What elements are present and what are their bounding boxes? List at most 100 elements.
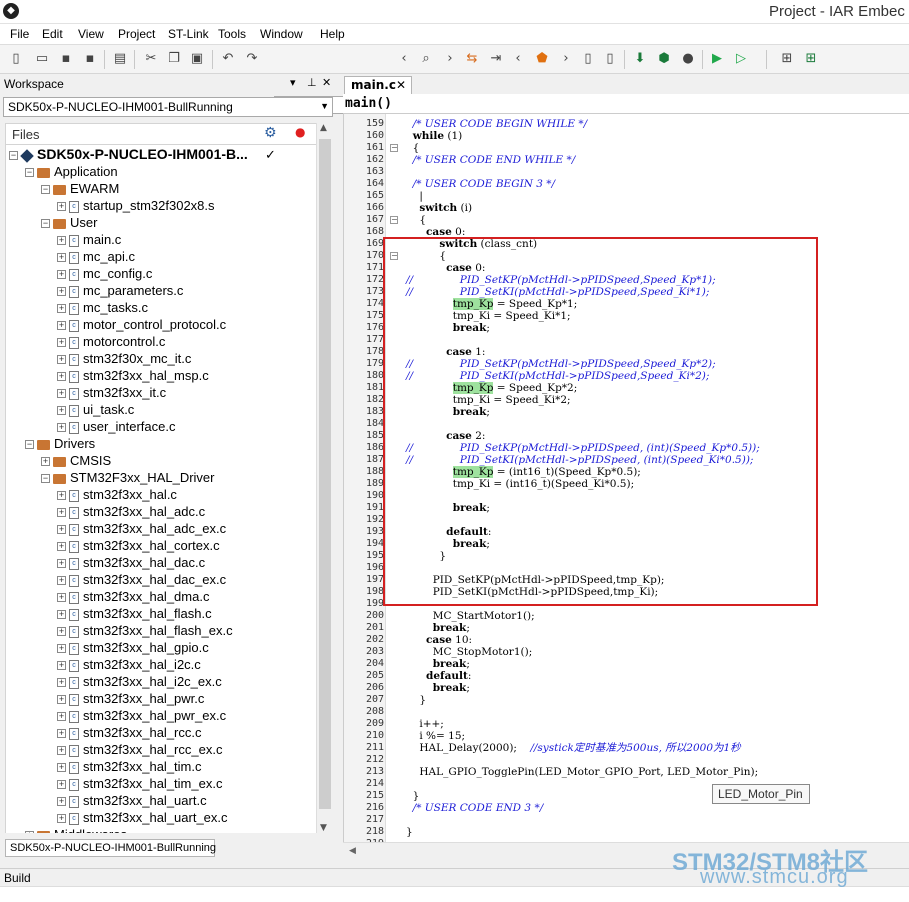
expand-icon[interactable]: + (57, 202, 66, 212)
open-file-icon[interactable]: ▭ (34, 51, 50, 67)
tree-file-item[interactable]: + c user_interface.c (57, 418, 176, 435)
go-to-icon[interactable]: ⇆ (464, 51, 480, 67)
scroll-up-icon[interactable]: ▲ (320, 123, 327, 133)
tree-file-item[interactable]: + c mc_api.c (57, 248, 135, 265)
find-previous-icon[interactable]: ‹ (396, 51, 412, 67)
workspace-tab[interactable]: SDK50x-P-NUCLEO-IHM001-BullRunning (5, 839, 216, 857)
expand-icon[interactable]: + (57, 814, 66, 824)
menu-window[interactable]: Window (260, 27, 303, 41)
expand-icon[interactable]: + (57, 406, 66, 416)
expand-icon[interactable]: + (57, 491, 66, 501)
tree-file-item[interactable]: + c stm32f3xx_hal_pwr_ex.c (57, 707, 226, 724)
tree-file-item[interactable]: + c stm32f3xx_hal_dac.c (57, 554, 205, 571)
pin-icon[interactable]: ⊥ (307, 76, 317, 89)
tree-file-item[interactable]: + c stm32f3xx_hal_uart.c (57, 792, 207, 809)
tree-file-item[interactable]: + c stm32f30x_mc_it.c (57, 350, 191, 367)
expand-icon[interactable]: + (57, 542, 66, 552)
expand-icon[interactable]: + (57, 729, 66, 739)
expand-icon[interactable]: + (57, 372, 66, 382)
find-next-icon[interactable]: › (442, 51, 458, 67)
expand-icon[interactable]: + (57, 559, 66, 569)
expand-icon[interactable]: + (57, 627, 66, 637)
download-debug-icon[interactable]: ▶ (709, 51, 725, 67)
menu-stlink[interactable]: ST-Link (168, 27, 209, 41)
expand-icon[interactable]: + (57, 338, 66, 348)
previous-bookmark-icon[interactable]: ‹ (510, 51, 526, 67)
tree-file-item[interactable]: + c stm32f3xx_hal_i2c_ex.c (57, 673, 222, 690)
workspace-layout-icon[interactable]: ⊞ (779, 51, 795, 67)
expand-icon[interactable]: + (57, 270, 66, 280)
expand-icon[interactable]: + (57, 321, 66, 331)
tree-file-item[interactable]: + c stm32f3xx_hal_uart_ex.c (57, 809, 228, 826)
tree-file-item[interactable]: + c stm32f3xx_hal_cortex.c (57, 537, 220, 554)
tree-file-item[interactable]: + c stm32f3xx_hal_flash.c (57, 605, 212, 622)
workspace-config-select[interactable]: SDK50x-P-NUCLEO-IHM001-BullRunning ▼ (3, 97, 333, 117)
scroll-down-icon[interactable]: ▼ (320, 823, 327, 833)
print-icon[interactable]: ▤ (112, 51, 128, 67)
tree-folder-item[interactable]: − Drivers (25, 435, 95, 452)
tree-file-item[interactable]: + c mc_tasks.c (57, 299, 148, 316)
collapse-icon[interactable]: − (41, 474, 50, 484)
tree-file-item[interactable]: + c stm32f3xx_hal_tim.c (57, 758, 202, 775)
tree-folder-item[interactable]: − Application (25, 163, 118, 180)
close-icon[interactable]: ✕ (322, 76, 331, 89)
expand-icon[interactable]: + (57, 253, 66, 263)
expand-icon[interactable]: + (57, 576, 66, 586)
tree-file-item[interactable]: + c stm32f3xx_hal_tim_ex.c (57, 775, 222, 792)
tree-file-item[interactable]: + c startup_stm32f302x8.s (57, 197, 215, 214)
expand-icon[interactable]: + (57, 644, 66, 654)
tree-file-item[interactable]: + c stm32f3xx_it.c (57, 384, 166, 401)
compile-icon[interactable]: ▯ (580, 51, 596, 67)
tree-file-item[interactable]: + c stm32f3xx_hal_gpio.c (57, 639, 209, 656)
tree-folder-item[interactable]: + CMSIS (41, 452, 111, 469)
tree-folder-item[interactable]: − User (41, 214, 97, 231)
copy-icon[interactable]: ❐ (166, 51, 182, 67)
expand-icon[interactable]: + (57, 797, 66, 807)
expand-icon[interactable]: + (57, 389, 66, 399)
expand-icon[interactable]: + (57, 746, 66, 756)
expand-icon[interactable]: + (57, 678, 66, 688)
download-icon[interactable]: ⬇ (632, 51, 648, 67)
tree-file-item[interactable]: + c mc_parameters.c (57, 282, 183, 299)
fold-toggle-icon[interactable]: − (390, 144, 398, 152)
expand-icon[interactable]: + (57, 287, 66, 297)
debug-download-icon[interactable]: ⬢ (656, 51, 672, 67)
find-icon[interactable]: ⌕ (418, 51, 434, 67)
tree-file-item[interactable]: + c motorcontrol.c (57, 333, 165, 350)
collapse-icon[interactable]: − (25, 440, 34, 450)
expand-icon[interactable]: + (57, 780, 66, 790)
toggle-bookmark-icon[interactable]: ⇥ (488, 51, 504, 67)
menu-file[interactable]: File (10, 27, 29, 41)
project-layout-icon[interactable]: ⊞ (803, 51, 819, 67)
collapse-icon[interactable]: − (41, 219, 50, 229)
fold-toggle-icon[interactable]: − (390, 216, 398, 224)
tree-file-item[interactable]: + c stm32f3xx_hal_msp.c (57, 367, 209, 384)
expand-icon[interactable]: + (57, 661, 66, 671)
function-bar[interactable]: main() (343, 94, 909, 114)
make-icon[interactable]: ▯ (602, 51, 618, 67)
tree-folder-item[interactable]: − STM32F3xx_HAL_Driver (41, 469, 215, 486)
expand-icon[interactable]: + (57, 695, 66, 705)
expand-icon[interactable]: + (57, 763, 66, 773)
paste-icon[interactable]: ▣ (189, 51, 205, 67)
menu-edit[interactable]: Edit (42, 27, 63, 41)
collapse-icon[interactable]: − (41, 185, 50, 195)
expand-icon[interactable]: + (57, 304, 66, 314)
tree-file-item[interactable]: + c mc_config.c (57, 265, 152, 282)
tree-file-item[interactable]: + c stm32f3xx_hal_rcc.c (57, 724, 202, 741)
expand-icon[interactable]: + (41, 457, 50, 467)
tree-folder-item[interactable]: − EWARM (41, 180, 119, 197)
menu-help[interactable]: Help (320, 27, 345, 41)
tree-file-item[interactable]: + c stm32f3xx_hal_flash_ex.c (57, 622, 233, 639)
scroll-thumb[interactable] (319, 139, 331, 809)
navigate-back-icon[interactable]: › (558, 51, 574, 67)
scroll-left-icon[interactable]: ◀ (349, 846, 356, 856)
debug-no-download-icon[interactable]: ▷ (733, 51, 749, 67)
collapse-icon[interactable]: − (25, 168, 34, 178)
tree-file-item[interactable]: + c stm32f3xx_hal_pwr.c (57, 690, 204, 707)
expand-icon[interactable]: + (57, 525, 66, 535)
new-file-icon[interactable]: ▯ (8, 51, 24, 67)
expand-icon[interactable]: + (25, 831, 34, 833)
navigate-icon[interactable]: ⬟ (534, 51, 550, 67)
record-dot-icon[interactable]: ● (295, 125, 305, 139)
